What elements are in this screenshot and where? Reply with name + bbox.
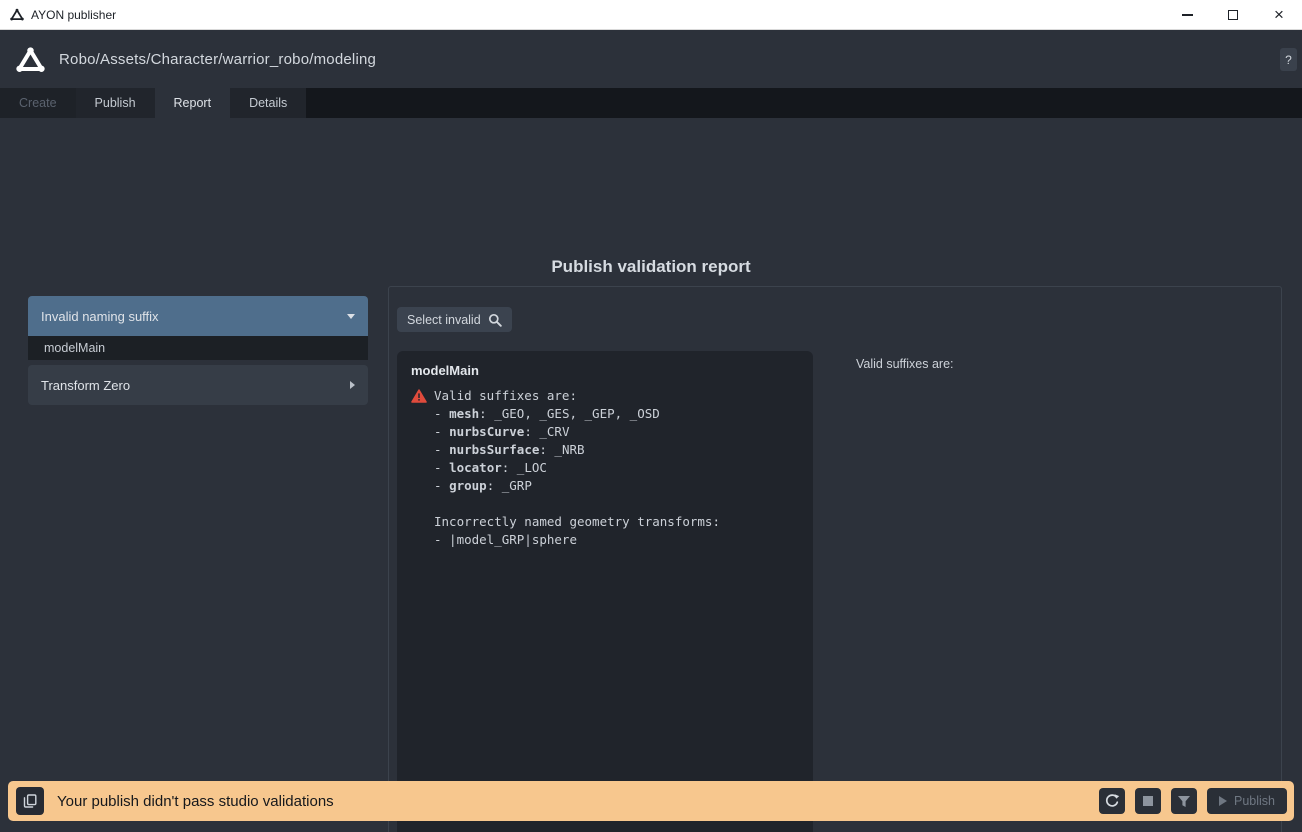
error-group-invalid-naming-suffix: Invalid naming suffix modelMain: [28, 296, 368, 360]
tab-publish[interactable]: Publish: [76, 88, 155, 118]
error-report-card: modelMain Valid suffixes are:- mesh: _GE…: [397, 351, 813, 832]
error-report-card-title: modelMain: [411, 363, 799, 378]
footer-actions: Publish: [1099, 788, 1287, 814]
tab-details[interactable]: Details: [230, 88, 306, 118]
search-icon: [488, 313, 502, 327]
report-detail-panel: Select invalid modelMain: [388, 286, 1282, 832]
copy-report-button[interactable]: [16, 787, 44, 815]
error-group-label: Invalid naming suffix: [41, 309, 159, 324]
close-button[interactable]: ×: [1256, 0, 1302, 30]
maximize-icon: [1228, 10, 1238, 20]
main-area: Publish validation report Invalid naming…: [0, 118, 1302, 778]
publish-button-label: Publish: [1234, 794, 1275, 808]
tabbar: Create Publish Report Details: [0, 88, 1302, 118]
refresh-button[interactable]: [1099, 788, 1125, 814]
app-header: Robo/Assets/Character/warrior_robo/model…: [0, 30, 1302, 88]
play-icon: [1219, 796, 1227, 806]
publish-button[interactable]: Publish: [1207, 788, 1287, 814]
window-title: AYON publisher: [31, 8, 116, 22]
ayon-logo-icon: [10, 8, 24, 21]
titlebar: AYON publisher ×: [0, 0, 1302, 30]
stop-icon: [1143, 796, 1153, 806]
footer-notification-bar: Your publish didn't pass studio validati…: [8, 781, 1294, 821]
ayon-publisher-window: AYON publisher × Robo/Assets/Character/w…: [0, 0, 1302, 832]
breadcrumb: Robo/Assets/Character/warrior_robo/model…: [59, 51, 376, 68]
help-button[interactable]: ?: [1280, 48, 1297, 71]
publish-status-message: Your publish didn't pass studio validati…: [57, 793, 334, 810]
select-invalid-label: Select invalid: [407, 313, 481, 327]
tab-create[interactable]: Create: [0, 88, 76, 118]
warning-icon: [411, 389, 427, 408]
filter-button[interactable]: [1171, 788, 1197, 814]
refresh-icon: [1104, 793, 1120, 809]
page-title: Publish validation report: [0, 257, 1302, 277]
error-report-text: Valid suffixes are:- mesh: _GEO, _GES, _…: [434, 387, 720, 549]
chevron-right-icon: [350, 381, 355, 389]
error-instance-modelMain[interactable]: modelMain: [28, 336, 368, 360]
close-icon: ×: [1274, 6, 1284, 23]
filter-icon: [1177, 795, 1191, 808]
validation-error-list: Invalid naming suffix modelMain Transfor…: [28, 296, 368, 405]
error-group-header[interactable]: Invalid naming suffix: [28, 296, 368, 336]
tab-report[interactable]: Report: [155, 88, 231, 118]
minimize-button[interactable]: [1164, 0, 1210, 30]
ayon-logo-icon: [16, 47, 45, 72]
window-controls: ×: [1164, 0, 1302, 30]
select-invalid-button[interactable]: Select invalid: [397, 307, 512, 332]
copy-icon: [23, 794, 37, 808]
error-group-transform-zero: Transform Zero: [28, 365, 368, 405]
stop-button[interactable]: [1135, 788, 1161, 814]
minimize-icon: [1182, 14, 1193, 16]
error-group-label: Transform Zero: [41, 378, 130, 393]
chevron-down-icon: [347, 314, 355, 319]
detail-heading: Valid suffixes are:: [856, 357, 954, 371]
error-report-card-body: Valid suffixes are:- mesh: _GEO, _GES, _…: [411, 387, 799, 549]
maximize-button[interactable]: [1210, 0, 1256, 30]
error-group-header[interactable]: Transform Zero: [28, 365, 368, 405]
